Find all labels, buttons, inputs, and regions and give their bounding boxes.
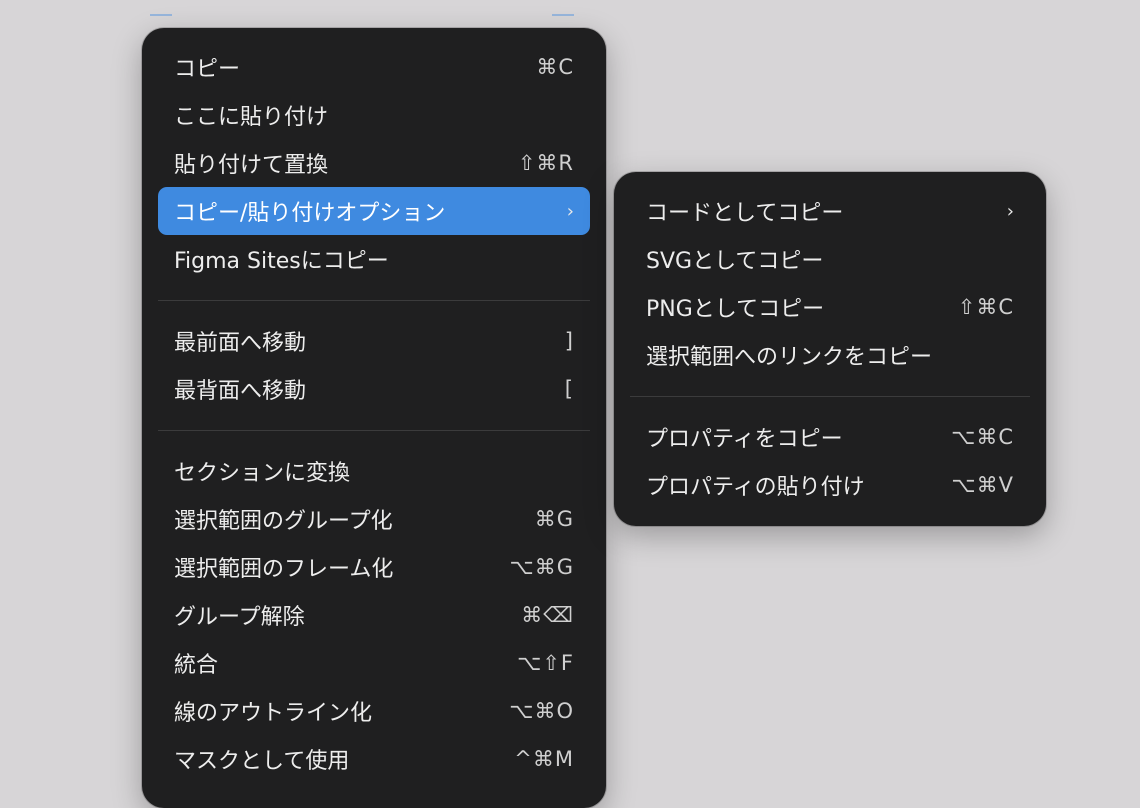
menu-item-label: 選択範囲のグループ化 — [174, 509, 393, 534]
menu-item-label: コピー — [174, 57, 241, 82]
shortcut-label: ^⌘M — [514, 747, 574, 771]
submenu-item-paste-properties[interactable]: プロパティの貼り付け ⌥⌘V — [630, 461, 1030, 509]
menu-item-bring-to-front[interactable]: 最前面へ移動 ] — [158, 317, 590, 365]
menu-item-label: 貼り付けて置換 — [174, 153, 329, 178]
menu-item-label: プロパティの貼り付け — [646, 475, 865, 500]
menu-separator — [630, 396, 1030, 397]
submenu-item-copy-as-code[interactable]: コードとしてコピー › — [630, 187, 1030, 235]
chevron-right-icon: › — [1006, 200, 1014, 222]
shortcut-label: ⌥⌘G — [509, 555, 574, 579]
menu-item-label: 最前面へ移動 — [174, 331, 307, 356]
menu-item-label: 統合 — [174, 653, 219, 678]
menu-item-frame-selection[interactable]: 選択範囲のフレーム化 ⌥⌘G — [158, 543, 590, 591]
shortcut-label: ⌥⌘C — [951, 425, 1014, 449]
shortcut-label: ⌘⌫ — [521, 603, 574, 627]
menu-separator — [158, 430, 590, 431]
menu-item-label: コードとしてコピー — [646, 201, 844, 226]
menu-item-label: ここに貼り付け — [174, 105, 329, 130]
shortcut-label: ⇧⌘R — [517, 151, 574, 175]
shortcut-label: ⌥⌘O — [509, 699, 574, 723]
chevron-right-icon: › — [566, 200, 574, 222]
menu-item-label: セクションに変換 — [174, 461, 351, 486]
menu-item-label: 最背面へ移動 — [174, 379, 307, 404]
menu-item-copy[interactable]: コピー ⌘C — [158, 43, 590, 91]
shortcut-label: ⌥⇧F — [517, 651, 574, 675]
shortcut-label: ⇧⌘C — [957, 295, 1014, 319]
menu-item-paste-replace[interactable]: 貼り付けて置換 ⇧⌘R — [158, 139, 590, 187]
menu-item-flatten[interactable]: 統合 ⌥⇧F — [158, 639, 590, 687]
menu-item-convert-to-section[interactable]: セクションに変換 — [158, 447, 590, 495]
menu-item-paste-here[interactable]: ここに貼り付け — [158, 91, 590, 139]
copy-paste-options-submenu: コードとしてコピー › SVGとしてコピー PNGとしてコピー ⇧⌘C 選択範囲… — [614, 172, 1046, 526]
submenu-item-copy-properties[interactable]: プロパティをコピー ⌥⌘C — [630, 413, 1030, 461]
menu-item-label: 線のアウトライン化 — [174, 701, 373, 726]
menu-item-label: コピー/貼り付けオプション — [174, 201, 446, 226]
menu-item-ungroup[interactable]: グループ解除 ⌘⌫ — [158, 591, 590, 639]
menu-item-label: 選択範囲のフレーム化 — [174, 557, 394, 582]
menu-item-outline-stroke[interactable]: 線のアウトライン化 ⌥⌘O — [158, 687, 590, 735]
menu-item-label: グループ解除 — [174, 605, 305, 630]
shortcut-label: ] — [564, 329, 574, 353]
menu-item-label: 選択範囲へのリンクをコピー — [646, 345, 933, 370]
shortcut-label: ⌥⌘V — [951, 473, 1014, 497]
menu-item-label: SVGとしてコピー — [646, 249, 824, 274]
shortcut-label: [ — [564, 377, 574, 401]
submenu-item-copy-as-png[interactable]: PNGとしてコピー ⇧⌘C — [630, 283, 1030, 331]
menu-item-label: プロパティをコピー — [646, 427, 843, 452]
menu-item-label: マスクとして使用 — [174, 749, 350, 774]
submenu-item-copy-as-svg[interactable]: SVGとしてコピー — [630, 235, 1030, 283]
menu-item-use-as-mask[interactable]: マスクとして使用 ^⌘M — [158, 735, 590, 783]
menu-item-send-to-back[interactable]: 最背面へ移動 [ — [158, 365, 590, 413]
menu-separator — [158, 300, 590, 301]
menu-item-label: Figma Sitesにコピー — [174, 249, 389, 274]
shortcut-label: ⌘G — [534, 507, 574, 531]
menu-item-copy-to-figma-sites[interactable]: Figma Sitesにコピー — [158, 235, 590, 283]
menu-item-copy-paste-options[interactable]: コピー/貼り付けオプション › — [158, 187, 590, 235]
context-menu: コピー ⌘C ここに貼り付け 貼り付けて置換 ⇧⌘R コピー/貼り付けオプション… — [142, 28, 606, 808]
menu-item-label: PNGとしてコピー — [646, 297, 825, 322]
submenu-item-copy-link-to-selection[interactable]: 選択範囲へのリンクをコピー — [630, 331, 1030, 379]
menu-item-group-selection[interactable]: 選択範囲のグループ化 ⌘G — [158, 495, 590, 543]
shortcut-label: ⌘C — [536, 55, 574, 79]
